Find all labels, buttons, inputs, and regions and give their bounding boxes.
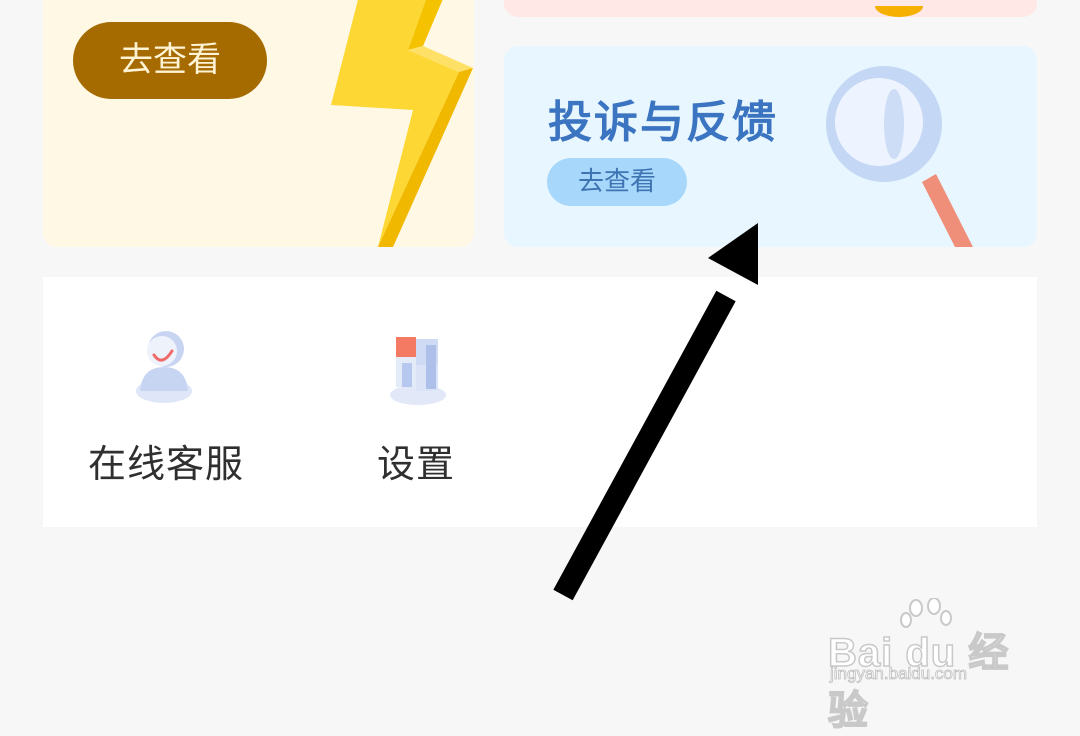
online-customer-service[interactable]: 在线客服 [81,327,251,488]
customer-service-label: 在线客服 [87,442,244,486]
settings-label: 设置 [376,442,455,486]
lightning-icon [331,0,473,247]
left-promo-card[interactable]: 去查看 [43,0,474,247]
customer-service-icon [136,331,192,403]
top-right-promo-card[interactable] [504,0,1037,17]
magnifier-icon [826,66,973,247]
baidu-watermark: Bai du 经验 jingyan.baidu.com [827,598,1028,734]
feedback-view-button[interactable]: 去查看 [547,158,687,206]
settings[interactable]: 设置 [331,327,501,488]
feedback-card-title: 投诉与反馈 [548,97,778,148]
left-card-view-button[interactable]: 去查看 [73,22,267,99]
watermark-url: jingyan.baidu.com [830,664,968,684]
tools-panel: 在线客服 设置 [43,277,1037,527]
coin-icon [875,6,923,17]
feedback-card[interactable]: 投诉与反馈 去查看 [504,46,1037,247]
settings-icon [390,337,446,405]
